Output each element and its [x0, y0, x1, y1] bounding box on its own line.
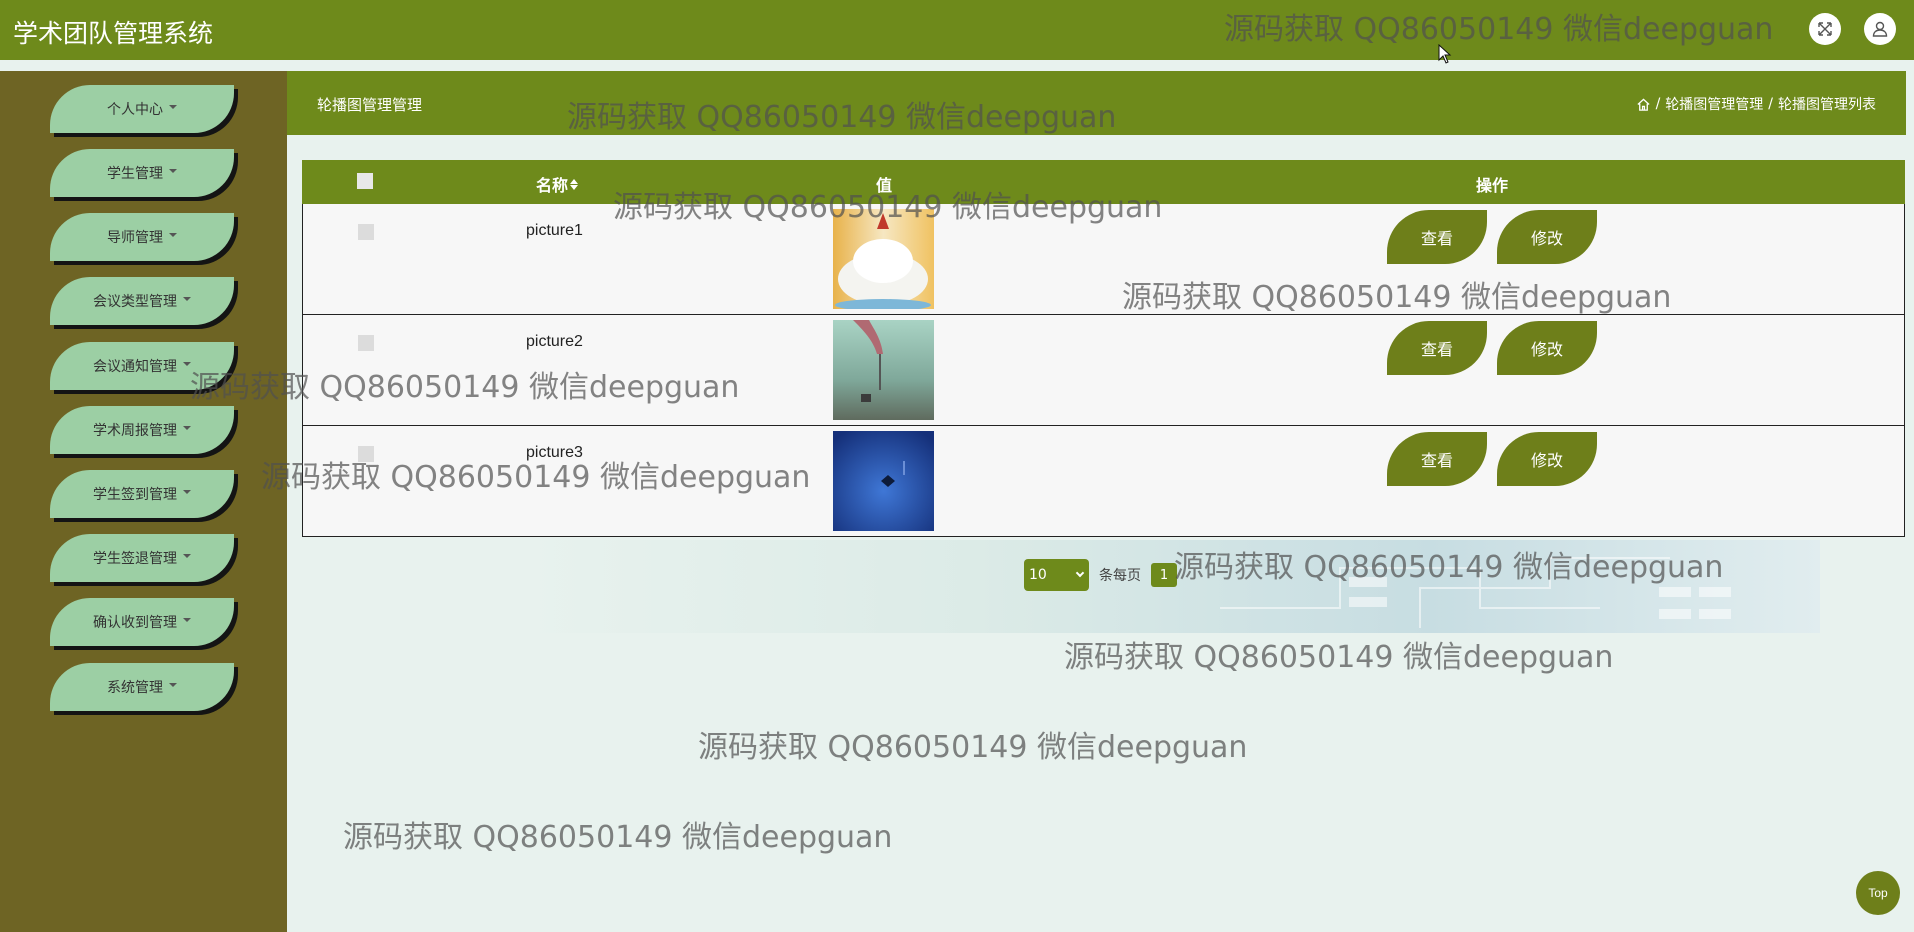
column-header-value: 值 — [876, 176, 893, 195]
caret-down-icon — [183, 490, 191, 494]
caret-down-icon — [183, 426, 191, 430]
app-title: 学术团队管理系统 — [13, 19, 214, 48]
sidebar-item-label: 系统管理 — [107, 680, 163, 696]
chevron-down-icon — [1075, 568, 1085, 578]
row-image-thumbnail[interactable] — [833, 431, 934, 531]
sidebar-item-system[interactable]: 系统管理 — [50, 663, 234, 711]
row-checkbox[interactable] — [358, 224, 374, 240]
sidebar-item-label: 会议通知管理 — [93, 359, 177, 375]
fullscreen-icon — [1818, 22, 1832, 36]
sidebar-item-label: 学生管理 — [107, 166, 163, 182]
sort-icon[interactable] — [570, 178, 579, 190]
back-to-top-button[interactable]: Top — [1856, 871, 1900, 915]
watermark-text: 源码获取 QQ86050149 微信deepguan — [698, 730, 1248, 765]
caret-down-icon — [183, 297, 191, 301]
edit-button[interactable]: 修改 — [1497, 210, 1597, 264]
user-button[interactable] — [1864, 13, 1896, 45]
breadcrumb-item[interactable]: 轮播图管理管理 — [1665, 94, 1763, 114]
caret-down-icon — [169, 169, 177, 173]
sidebar-item-label: 学生签退管理 — [93, 551, 177, 567]
sidebar-item-personal-center[interactable]: 个人中心 — [50, 85, 234, 133]
circuit-pattern — [1220, 557, 1731, 628]
row-name: picture3 — [526, 444, 583, 461]
row-name: picture2 — [526, 333, 583, 350]
sidebar-item-advisors[interactable]: 导师管理 — [50, 213, 234, 261]
content-header: 轮播图管理管理 / 轮播图管理管理 / 轮播图管理列表 — [287, 71, 1906, 135]
sidebar-item-meeting-notices[interactable]: 会议通知管理 — [50, 342, 234, 390]
per-page-label: 条每页 — [1099, 568, 1141, 584]
page-number-button[interactable]: 1 — [1151, 563, 1177, 587]
watermark-text: 源码获取 QQ86050149 微信deepguan — [343, 820, 893, 855]
select-all-checkbox[interactable] — [357, 173, 373, 189]
table-row: picture2 查看 修改 — [302, 315, 1905, 426]
table-header: 名称 值 操作 — [302, 160, 1905, 204]
row-name: picture1 — [526, 222, 583, 239]
fullscreen-button[interactable] — [1809, 13, 1841, 45]
column-header-name[interactable]: 名称 — [536, 172, 579, 196]
sidebar: 个人中心 学生管理 导师管理 会议类型管理 会议通知管理 学术周报管理 学生签到… — [0, 71, 287, 932]
row-checkbox[interactable] — [358, 446, 374, 462]
sidebar-item-label: 确认收到管理 — [93, 615, 177, 631]
sidebar-item-label: 学术周报管理 — [93, 423, 177, 439]
sidebar-item-check-out[interactable]: 学生签退管理 — [50, 534, 234, 582]
page-size-select[interactable]: 10 — [1024, 559, 1089, 591]
caret-down-icon — [169, 105, 177, 109]
sidebar-item-weekly-reports[interactable]: 学术周报管理 — [50, 406, 234, 454]
watermark-text: 源码获取 QQ86050149 微信deepguan — [1064, 640, 1614, 675]
table-row: picture3 查看 修改 — [302, 426, 1905, 537]
table-row: picture1 查看 修改 — [302, 204, 1905, 315]
home-icon[interactable] — [1636, 97, 1651, 112]
page-title: 轮播图管理管理 — [317, 96, 423, 114]
pagination: 10 条每页 1 — [1024, 559, 1177, 591]
sidebar-item-label: 会议类型管理 — [93, 294, 177, 310]
top-bar: 学术团队管理系统 — [0, 0, 1914, 71]
sidebar-item-label: 学生签到管理 — [93, 487, 177, 503]
caret-down-icon — [183, 554, 191, 558]
sidebar-item-meeting-types[interactable]: 会议类型管理 — [50, 277, 234, 325]
row-image-thumbnail[interactable] — [833, 320, 934, 420]
breadcrumb-item-current: 轮播图管理列表 — [1778, 97, 1876, 113]
user-icon — [1872, 21, 1888, 37]
mouse-cursor-icon — [1438, 44, 1452, 64]
row-checkbox[interactable] — [358, 335, 374, 351]
carousel-table: 名称 值 操作 picture1 查看 修改 picture2 查看 修改 pi… — [302, 160, 1905, 537]
caret-down-icon — [183, 362, 191, 366]
view-button[interactable]: 查看 — [1387, 210, 1487, 264]
sidebar-item-label: 个人中心 — [107, 102, 163, 118]
edit-button[interactable]: 修改 — [1497, 321, 1597, 375]
view-button[interactable]: 查看 — [1387, 432, 1487, 486]
row-image-thumbnail[interactable] — [833, 209, 934, 309]
caret-down-icon — [169, 233, 177, 237]
sidebar-item-students[interactable]: 学生管理 — [50, 149, 234, 197]
caret-down-icon — [169, 683, 177, 687]
view-button[interactable]: 查看 — [1387, 321, 1487, 375]
sidebar-item-confirm-receipt[interactable]: 确认收到管理 — [50, 598, 234, 646]
sidebar-item-check-in[interactable]: 学生签到管理 — [50, 470, 234, 518]
breadcrumb: / 轮播图管理管理 / 轮播图管理列表 — [1636, 94, 1876, 114]
caret-down-icon — [183, 618, 191, 622]
column-header-action: 操作 — [1476, 176, 1509, 195]
edit-button[interactable]: 修改 — [1497, 432, 1597, 486]
sidebar-item-label: 导师管理 — [107, 230, 163, 246]
